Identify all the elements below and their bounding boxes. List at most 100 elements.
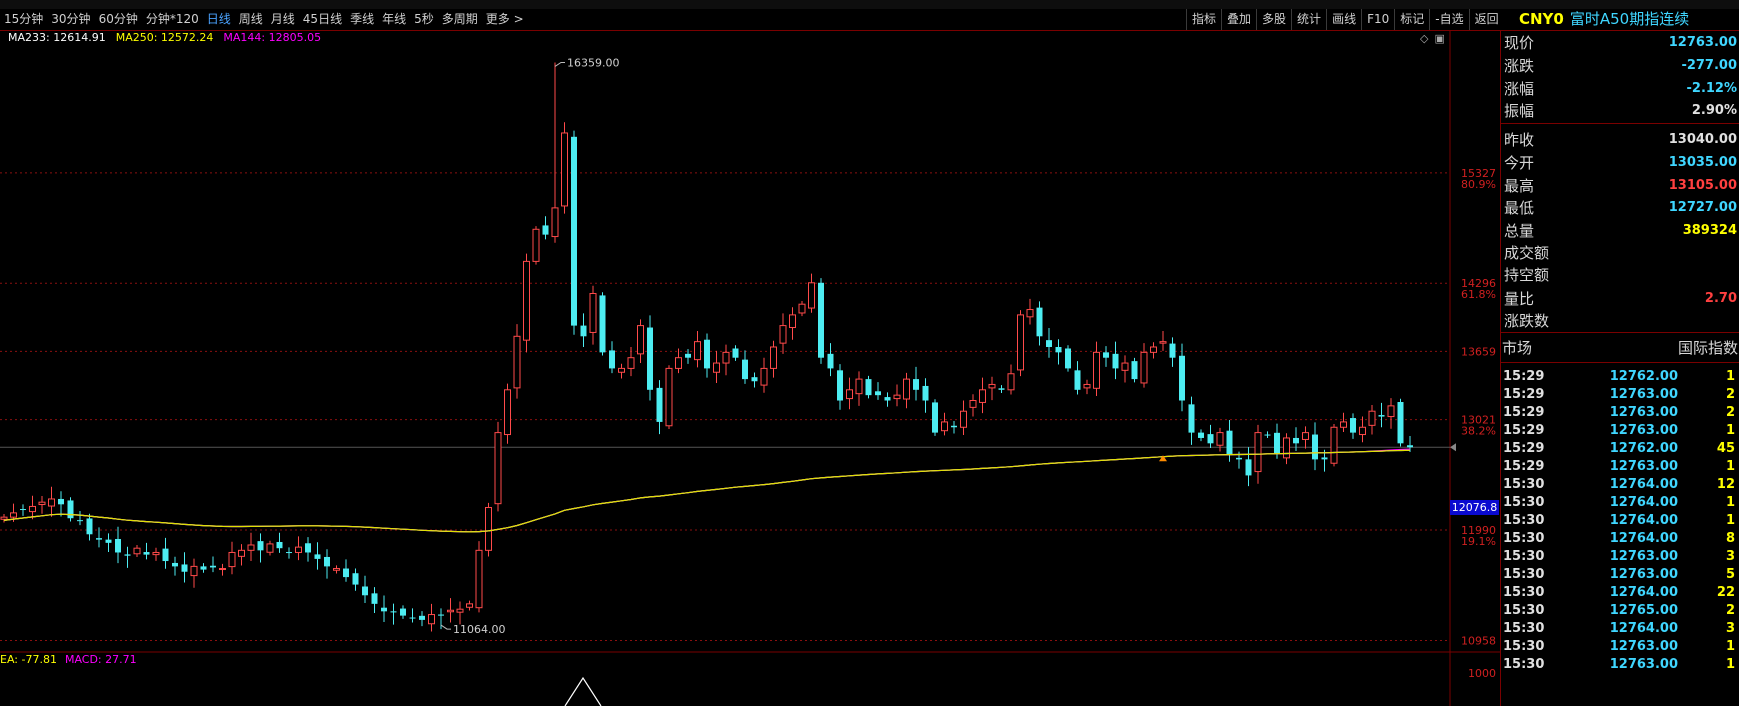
tick-time: 15:30 — [1503, 513, 1545, 528]
candle-body — [1254, 432, 1262, 473]
period-tab[interactable]: 更多 > — [482, 9, 528, 30]
candle-body — [133, 547, 141, 555]
market-value: 国际指数 — [1677, 338, 1738, 357]
tick-price: 12763.00 — [1609, 405, 1678, 420]
macd-legend: EA: -77.81 MACD: 27.71 — [0, 652, 145, 668]
quote-label: 昨收 — [1504, 131, 1535, 149]
candle-body — [1407, 445, 1413, 448]
candle-body — [1046, 340, 1052, 347]
candle-body — [846, 389, 853, 400]
ma233-line — [3, 449, 1411, 533]
candle-body — [665, 367, 673, 427]
tick-price: 12764.00 — [1609, 513, 1678, 528]
quote-label: 最低 — [1504, 199, 1535, 217]
candle-body — [238, 549, 245, 557]
instrument-code: CNY0 — [1519, 10, 1564, 28]
candle-body — [1236, 457, 1242, 460]
candle-body — [409, 617, 416, 619]
tool-button[interactable]: 标记 — [1394, 9, 1429, 30]
tool-button[interactable]: 返回 — [1468, 9, 1504, 30]
tick-volume: 1 — [1725, 639, 1735, 654]
candle-body — [485, 507, 492, 551]
ma250-line — [3, 449, 1411, 533]
candle-body — [1179, 355, 1185, 401]
candle-body — [599, 295, 606, 353]
period-tab[interactable]: 15分钟 — [0, 9, 47, 30]
tool-button[interactable]: 指标 — [1186, 9, 1221, 30]
tick-row: 15:30 12763.00 3 — [1501, 548, 1739, 566]
tick-price: 12764.00 — [1609, 621, 1678, 636]
candle-body — [77, 520, 83, 522]
tick-row: 15:29 12762.00 1 — [1501, 368, 1739, 386]
period-tab[interactable]: 月线 — [267, 9, 299, 30]
candle-body — [685, 353, 691, 358]
candle-body — [656, 387, 663, 422]
fib-pct-label: 38.2% — [1461, 425, 1496, 438]
candle-body — [105, 539, 112, 543]
quote-label: 今开 — [1504, 154, 1535, 172]
quote-value: 13035.00 — [1668, 155, 1737, 170]
kline-chart[interactable]: 1532780.9%1429661.8%136591302138.2%11990… — [0, 30, 1500, 706]
candle-body — [1387, 405, 1395, 418]
candle-body — [779, 325, 787, 344]
quote-title: CNY0 富时A50期指连续 — [1500, 9, 1689, 30]
candle-body — [124, 554, 131, 556]
period-tab[interactable]: 日线 — [203, 9, 235, 30]
period-tab[interactable]: 周线 — [235, 9, 267, 30]
period-tab[interactable]: 5秒 — [410, 9, 438, 30]
quote-value: 12727.00 — [1668, 200, 1737, 215]
candle-body — [855, 378, 863, 395]
tick-time: 15:29 — [1503, 369, 1545, 384]
tick-volume: 3 — [1725, 621, 1735, 636]
candle-body — [618, 367, 625, 373]
period-tab[interactable]: 30分钟 — [47, 9, 94, 30]
period-tab[interactable]: 多周期 — [438, 9, 482, 30]
tool-button[interactable]: 画线 — [1326, 9, 1361, 30]
period-tab[interactable]: 分钟*120 — [142, 9, 203, 30]
divider — [1501, 123, 1739, 124]
candle-body — [551, 207, 559, 238]
tool-button[interactable]: 统计 — [1291, 9, 1326, 30]
candle-body — [837, 370, 843, 401]
tick-time: 15:30 — [1503, 495, 1545, 510]
tick-row: 15:30 12764.00 12 — [1501, 476, 1739, 494]
tick-price: 12764.00 — [1609, 531, 1678, 546]
candle-body — [247, 544, 255, 551]
candle-body — [1368, 410, 1376, 426]
period-tab[interactable]: 年线 — [378, 9, 410, 30]
period-tab[interactable]: 45日线 — [299, 9, 346, 30]
tool-button[interactable]: F10 — [1361, 9, 1394, 30]
window-icon[interactable]: ▣ — [1434, 32, 1444, 45]
chart-tools: 指标 叠加 多股 统计 画线 F10 标记 -自选 返回 — [1186, 9, 1504, 30]
candle-body — [29, 505, 36, 513]
candle-body — [1226, 430, 1233, 455]
quote-value: 2.70 — [1704, 291, 1737, 306]
divider — [1501, 362, 1739, 363]
candle-body — [1055, 347, 1062, 353]
period-tab[interactable]: 季线 — [346, 9, 378, 30]
current-price-axis-label: 12076.8 — [1450, 500, 1499, 515]
tool-button[interactable]: -自选 — [1429, 9, 1468, 30]
candle-body — [48, 498, 55, 507]
candle-body — [647, 327, 653, 390]
quote-panel: 现价 12763.00 涨跌 -277.00 涨幅 -2.12% 振幅 2.90% 昨收 1304… — [1500, 30, 1739, 706]
candle-body — [210, 565, 216, 568]
candle-body — [20, 509, 26, 511]
tick-row: 15:30 12764.00 8 — [1501, 530, 1739, 548]
candle-body — [988, 383, 996, 389]
tool-button[interactable]: 叠加 — [1221, 9, 1256, 30]
candle-body — [400, 608, 406, 616]
ma-legend-item: MA250: 12572.24 — [115, 31, 214, 44]
candle-body — [893, 394, 901, 400]
tick-volume: 2 — [1725, 603, 1735, 618]
crosshair-marker — [1450, 443, 1456, 452]
fib-pct-label: 61.8% — [1461, 288, 1496, 301]
diamond-icon[interactable]: ◇ — [1420, 32, 1428, 45]
candle-body — [190, 565, 198, 577]
candle-body — [314, 554, 321, 559]
candle-body — [181, 564, 188, 572]
quote-row: 今开 13035.00 — [1502, 150, 1738, 175]
period-tab[interactable]: 60分钟 — [95, 9, 142, 30]
tool-button[interactable]: 多股 — [1256, 9, 1291, 30]
fib-price-label: 10958 — [1461, 634, 1496, 647]
